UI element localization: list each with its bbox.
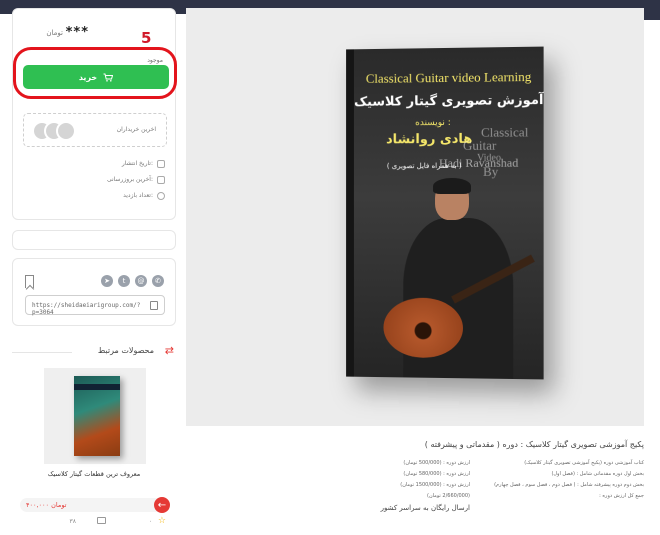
short-url-field[interactable]: https://sheidaeiarigroup.com/?p=3064 [25, 295, 165, 316]
buy-button-label: خرید [78, 72, 98, 82]
monitor-icon [97, 517, 106, 524]
description-price: ارزش دوره : (500/000 تومان) [403, 460, 470, 466]
description-items: کتاب آموزشی دوره (پکیج آموزشی تصویری گیت… [494, 458, 644, 502]
bookmark-icon[interactable] [25, 275, 34, 288]
description-line: جمع کل ارزش دوره : [599, 493, 644, 499]
share-card: ➤ t @ ✆ https://sheidaeiarigroup.com/?p=… [12, 258, 176, 326]
related-stats: ☆ ۰ ۳۸ [20, 516, 170, 528]
stock-label: موجود [147, 57, 163, 64]
description-price: (2/660/000 تومان) [427, 493, 470, 499]
buyer-avatars [32, 121, 76, 141]
avatar [56, 121, 76, 141]
meta-label: تعداد بازدید: [123, 192, 153, 199]
meta-last-update: آخرین بروزرسانی: [13, 173, 177, 189]
description-title: پکیج آموزشی تصویری گیتار کلاسیک : دوره (… [424, 440, 644, 449]
guitarist-photo [374, 177, 544, 380]
book-title-en: Classical Guitar video Learning [365, 68, 532, 86]
stat-sales: ۳۸ [69, 518, 76, 525]
meta-views: تعداد بازدید: [13, 189, 177, 205]
free-shipping-note: ارسال رایگان به سراسر کشور [380, 504, 470, 512]
recent-buyers-label: اخرین خریداران [116, 126, 156, 133]
email-icon[interactable]: @ [135, 275, 147, 287]
book-cover[interactable]: Classical Guitar video Learning آموزش تص… [346, 46, 544, 380]
description-line: کتاب آموزشی دوره (پکیج آموزشی تصویری گیت… [524, 460, 644, 466]
book-title-fa: آموزش تصویری گیتار کلاسیک [354, 92, 544, 110]
whatsapp-icon[interactable]: ✆ [152, 275, 164, 287]
price-card: *** تومان 5 موجود خرید اخرین خریداران تا… [12, 8, 177, 220]
eye-icon [157, 192, 165, 200]
meta-publish-date: تاریخ انتشار: [13, 157, 177, 173]
price-unit: تومان [46, 29, 63, 37]
price-row: *** تومان [13, 23, 177, 43]
book-ghost-name: Hadi Ravanshad [439, 155, 519, 171]
refresh-icon: ⇄ [164, 344, 174, 357]
star-icon: ☆ [157, 516, 166, 526]
meta-list: تاریخ انتشار: آخرین بروزرسانی: تعداد باز… [13, 157, 177, 205]
player-hair [433, 177, 471, 195]
short-url-text: https://sheidaeiarigroup.com/?p=3064 [32, 302, 141, 316]
cart-icon [103, 73, 114, 82]
cover-band [74, 384, 120, 390]
related-price: ۴۰۰,۰۰۰ تومان [26, 501, 67, 509]
telegram-icon[interactable]: ➤ [101, 275, 113, 287]
meta-label: تاریخ انتشار: [121, 160, 153, 167]
calendar-icon [157, 160, 165, 168]
ghost-line: Guitar [462, 137, 497, 153]
related-products-title: محصولات مرتبط [97, 346, 154, 355]
copy-icon[interactable] [150, 301, 158, 310]
twitter-icon[interactable]: t [118, 275, 130, 287]
description-line: بخش اول دوره مقدماتی شامل : (فصل اول) [551, 471, 644, 477]
guitar-body [383, 297, 463, 359]
recent-buyers: اخرین خریداران [23, 113, 167, 147]
description-price: ارزش دوره : (1500/000 تومان) [400, 482, 470, 488]
related-book-cover [74, 376, 120, 456]
stat-rating: ۰ [148, 518, 152, 525]
calendar-icon [157, 176, 165, 184]
related-product-name[interactable]: معروف ترین قطعات گیتار کلاسیک [12, 470, 176, 478]
book-spine [346, 49, 354, 377]
related-price-pill: ۴۰۰,۰۰۰ تومان ← [20, 497, 170, 513]
description-price: ارزش دوره : (580/000 تومان) [403, 471, 470, 477]
empty-card [12, 230, 176, 250]
arrow-left-icon[interactable]: ← [154, 497, 170, 513]
divider [12, 352, 72, 353]
description-prices: ارزش دوره : (500/000 تومان) ارزش دوره : … [360, 458, 470, 502]
price-value: *** [65, 25, 89, 40]
related-products-header: محصولات مرتبط ⇄ [12, 344, 176, 358]
buy-button[interactable]: خرید [23, 65, 169, 89]
annotation-number: 5 [141, 29, 152, 47]
share-icons: ➤ t @ ✆ [101, 275, 164, 287]
related-product-image[interactable] [44, 368, 146, 464]
meta-label: آخرین بروزرسانی: [106, 176, 153, 183]
description-line: بخش دوم دوره پیشرفته شامل : ( فصل دوم ، … [494, 482, 644, 488]
author-label: نویسنده : [415, 117, 451, 129]
